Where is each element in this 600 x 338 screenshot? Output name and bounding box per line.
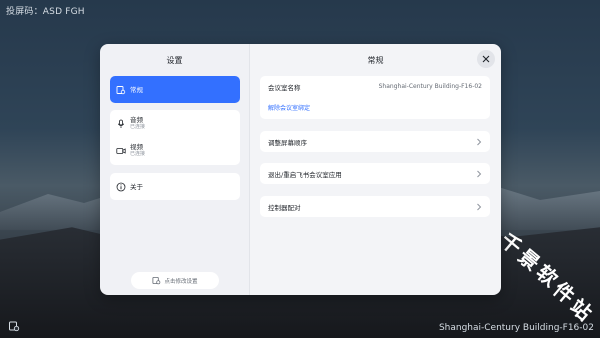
cast-code: 投屏码：ASD FGH: [6, 7, 85, 17]
sidebar-item-label: 音频: [130, 116, 143, 124]
row-label: 控制器配对: [268, 203, 301, 212]
controller-pairing-row[interactable]: 控制器配对: [260, 196, 490, 217]
sidebar-item-label: 关于: [130, 182, 143, 191]
settings-icon: [152, 276, 161, 285]
room-name-label: 会议室名称: [268, 83, 301, 92]
camera-icon: [116, 147, 126, 154]
settings-dialog: 设置 常规 音频 已连接 视频 已连接 关于 点击修改设置 常规 会议室名称 S…: [100, 44, 501, 295]
sidebar-item-about[interactable]: 关于: [110, 173, 240, 200]
sidebar-title: 设置: [166, 56, 183, 65]
chevron-right-icon: [477, 138, 482, 145]
settings-row-card[interactable]: 控制器配对: [260, 196, 490, 217]
settings-icon[interactable]: [8, 320, 20, 332]
microphone-icon: [117, 119, 125, 128]
sidebar-item-video[interactable]: 视频 已连接: [110, 137, 240, 164]
chevron-right-icon: [477, 203, 482, 210]
restart-app-row[interactable]: 退出/重启飞书会议室应用: [260, 163, 490, 184]
edit-settings-button[interactable]: 点击修改设置: [131, 272, 219, 289]
content-title: 常规: [367, 56, 384, 65]
sidebar-item-audio[interactable]: 音频 已连接: [110, 110, 240, 137]
settings-icon: [116, 85, 126, 94]
row-label: 调整屏幕顺序: [268, 138, 307, 147]
sidebar-item-status: 已连接: [130, 151, 146, 157]
settings-content: 常规 会议室名称 Shanghai-Century Building-F16-0…: [250, 44, 501, 295]
room-name-value: Shanghai-Century Building-F16-02: [378, 83, 482, 90]
unbind-room-link[interactable]: 解除会议室绑定: [268, 103, 310, 112]
info-icon: [116, 182, 126, 191]
settings-row-card[interactable]: 退出/重启飞书会议室应用: [260, 163, 490, 184]
close-icon: [482, 55, 490, 63]
room-card: 会议室名称 Shanghai-Century Building-F16-02 解…: [260, 76, 490, 119]
adjust-screen-order-row[interactable]: 调整屏幕顺序: [260, 131, 490, 152]
settings-sidebar: 设置 常规 音频 已连接 视频 已连接 关于 点击修改设置: [100, 44, 250, 295]
unbind-row: 解除会议室绑定: [260, 97, 490, 118]
settings-row-card[interactable]: 调整屏幕顺序: [260, 131, 490, 152]
sidebar-item-label: 常规: [130, 85, 143, 94]
chevron-right-icon: [477, 170, 482, 177]
row-label: 退出/重启飞书会议室应用: [268, 170, 342, 179]
nav-card-general: 常规: [110, 76, 240, 103]
nav-card-about: 关于: [110, 173, 240, 200]
sidebar-item-general[interactable]: 常规: [110, 76, 240, 103]
sidebar-item-status: 已连接: [130, 124, 146, 130]
room-name-row: 会议室名称 Shanghai-Century Building-F16-02: [260, 76, 490, 97]
nav-card-av: 音频 已连接 视频 已连接: [110, 110, 240, 165]
sidebar-item-label: 视频: [130, 143, 143, 151]
close-button[interactable]: [477, 50, 495, 68]
room-name-footer: Shanghai-Century Building-F16-02: [438, 323, 594, 333]
edit-settings-label: 点击修改设置: [164, 278, 198, 285]
